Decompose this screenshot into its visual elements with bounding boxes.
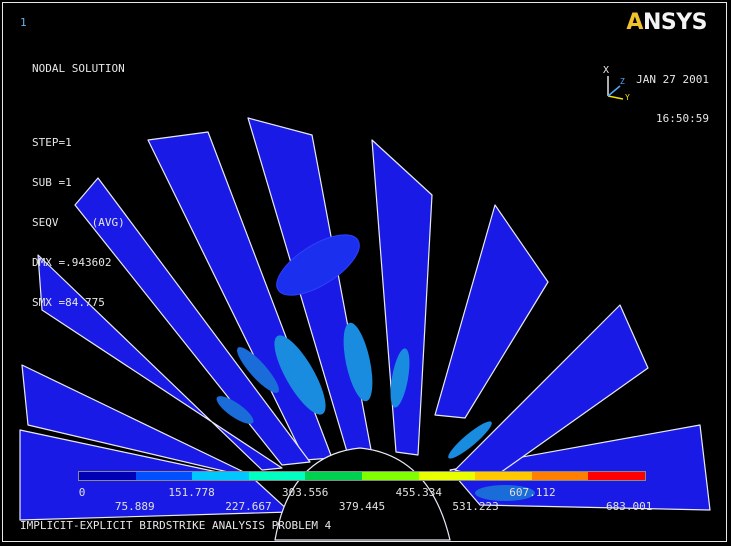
legend-band	[248, 472, 306, 480]
legend-label-bottom: 379.445	[338, 500, 386, 513]
legend-band	[531, 472, 589, 480]
window-number: 1	[20, 16, 27, 29]
legend-label-bottom: 683.001	[606, 500, 653, 513]
legend-band	[588, 472, 645, 480]
legend-label-bottom: 75.889	[114, 500, 155, 513]
smx-value: SMX =84.775	[32, 296, 105, 309]
solution-info: NODAL SOLUTION STEP=1 SUB =1 SEQV (AVG) …	[32, 36, 125, 323]
step-value: STEP=1	[32, 136, 72, 149]
legend-label-top: 607.112	[509, 486, 556, 499]
triad-z-label: Z	[620, 77, 625, 86]
contour-legend-bar	[78, 471, 646, 481]
triad-x-label: X	[603, 66, 609, 76]
triad-y-label: Y	[625, 93, 630, 102]
ansys-logo: ANSYS	[626, 10, 707, 35]
legend-label-top: 151.778	[168, 486, 215, 499]
legend-label-top: 0	[78, 486, 86, 499]
legend-label-bottom: 531.223	[452, 500, 499, 513]
legend-band	[418, 472, 476, 480]
legend-label-bottom: 227.667	[225, 500, 272, 513]
substep-value: SUB =1	[32, 176, 72, 189]
axis-triad-icon: X Y Z	[603, 66, 630, 102]
legend-label-top: 303.556	[282, 486, 329, 499]
time-stamp: 16:50:59	[656, 112, 709, 125]
result-type: SEQV (AVG)	[32, 216, 125, 229]
result-title: NODAL SOLUTION	[32, 62, 125, 75]
analysis-title: IMPLICIT-EXPLICIT BIRDSTRIKE ANALYSIS PR…	[20, 519, 332, 532]
legend-band	[135, 472, 193, 480]
dmx-value: DMX =.943602	[32, 256, 112, 269]
timestamp: JAN 27 2001 16:50:59	[636, 47, 709, 138]
date-stamp: JAN 27 2001	[636, 73, 709, 86]
legend-band	[361, 472, 419, 480]
legend-band	[475, 472, 532, 480]
legend-label-top: 455.334	[395, 486, 442, 499]
legend-band	[192, 472, 249, 480]
legend-band	[305, 472, 362, 480]
legend-band	[79, 472, 136, 480]
